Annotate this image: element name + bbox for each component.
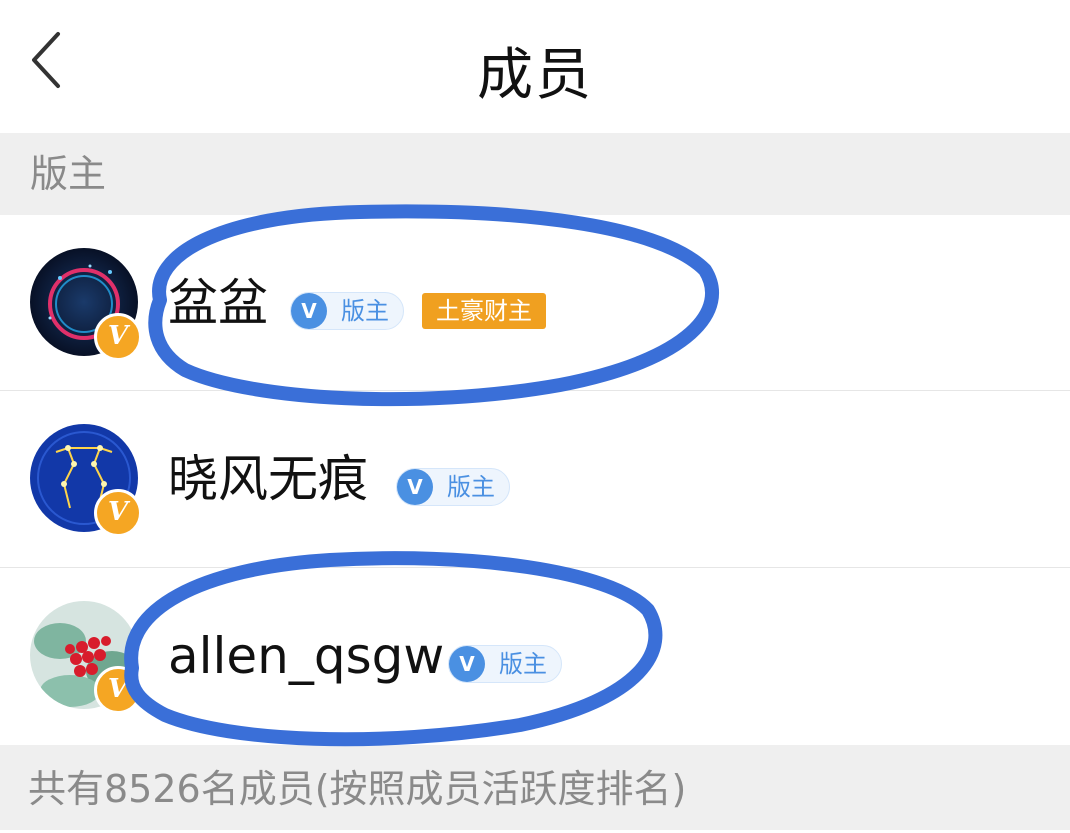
moderator-badge-label: 版主 xyxy=(499,650,547,678)
moderator-badge: V 版主 xyxy=(396,468,510,506)
moderator-badge-label: 版主 xyxy=(447,473,495,501)
member-row[interactable]: V 盆盆 V 版主 土豪财主 xyxy=(0,215,1070,391)
moderator-badge: V 版主 xyxy=(448,645,562,683)
member-row[interactable]: V 晓风无痕 V 版主 xyxy=(0,391,1070,567)
section-header-moderators: 版主 xyxy=(0,133,1070,215)
verified-badge-icon: V xyxy=(94,489,142,537)
member-row[interactable]: V allen_qsgw V 版主 xyxy=(0,568,1070,744)
member-count-footer: 共有8526名成员(按照成员活跃度排名) xyxy=(0,745,1070,830)
member-name[interactable]: 晓风无痕 xyxy=(168,391,368,567)
moderator-badge-label: 版主 xyxy=(341,297,389,325)
moderator-badge: V 版主 xyxy=(290,292,404,330)
verified-badge-icon: V xyxy=(94,313,142,361)
rich-badge: 土豪财主 xyxy=(422,293,546,329)
moderator-v-icon: V xyxy=(291,293,327,329)
page-title: 成员 xyxy=(477,43,593,108)
moderator-v-icon: V xyxy=(449,646,485,682)
verified-badge-icon: V xyxy=(94,666,142,714)
section-label: 版主 xyxy=(30,152,107,196)
moderator-v-icon: V xyxy=(397,469,433,505)
top-nav-bar: 成员 xyxy=(0,0,1070,133)
member-name[interactable]: 盆盆 xyxy=(168,215,268,391)
member-count-text: 共有8526名成员(按照成员活跃度排名) xyxy=(28,767,687,811)
member-name[interactable]: allen_qsgw xyxy=(168,568,444,744)
